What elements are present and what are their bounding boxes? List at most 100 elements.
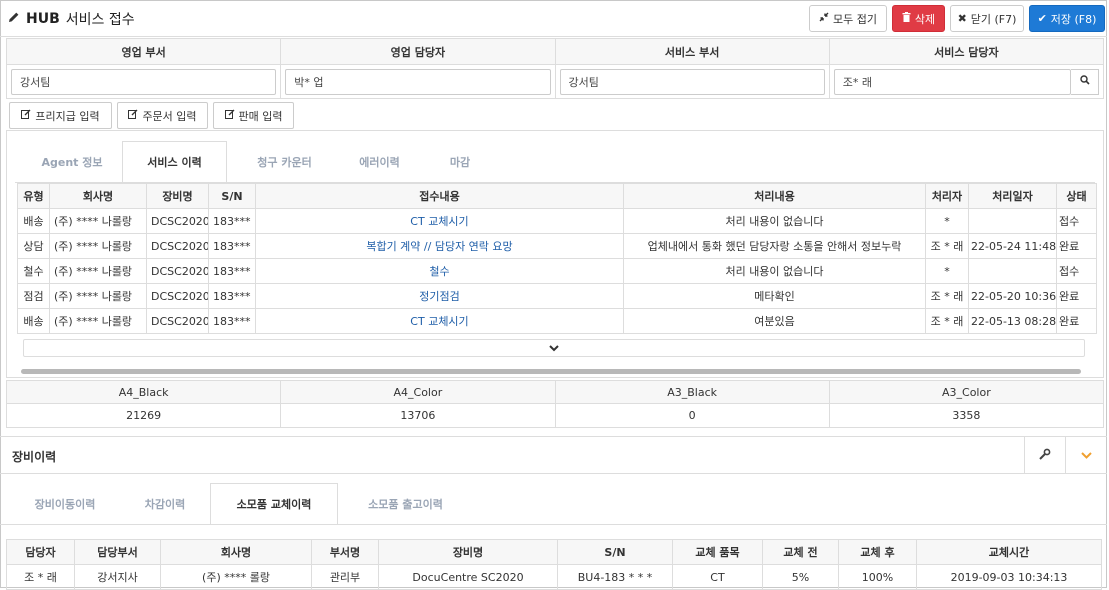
cell-handler: * xyxy=(925,258,969,284)
load-more-button[interactable] xyxy=(23,339,1085,357)
free-supply-button[interactable]: 프리지급 입력 xyxy=(9,102,112,129)
header-service-rep: 서비스 담당자 xyxy=(828,38,1105,65)
cell-type: 점검 xyxy=(17,283,50,309)
cell-handled-date xyxy=(968,208,1057,234)
sales-label: 판매 입력 xyxy=(238,109,283,123)
cell-replace-time: 2019-09-03 10:34:13 xyxy=(916,564,1102,590)
cell-status: 완료 xyxy=(1056,233,1097,259)
cell-status: 접수 xyxy=(1056,258,1097,284)
equipment-tab-divider xyxy=(0,524,1107,525)
sales-button[interactable]: 판매 입력 xyxy=(213,102,294,129)
tab-consumable-release[interactable]: 소모품 출고이력 xyxy=(348,483,463,525)
save-button[interactable]: ✔ 저장 (F8) xyxy=(1029,5,1105,32)
cell-model: DCSC2020 xyxy=(146,233,209,259)
tab-consumable-replace[interactable]: 소모품 교체이력 xyxy=(210,483,338,525)
cell-request-link[interactable]: CT 교체시기 xyxy=(255,308,624,334)
horizontal-scrollbar[interactable] xyxy=(21,369,1081,374)
cell-resolution: 처리 내용이 없습니다 xyxy=(623,258,926,284)
collapse-toggle-button[interactable] xyxy=(1065,437,1106,474)
cell-model: DCSC2020 xyxy=(146,258,209,284)
cell-request-link[interactable]: 철수 xyxy=(255,258,624,284)
cell-request-link[interactable]: 정기점검 xyxy=(255,283,624,309)
order-label: 주문서 입력 xyxy=(142,109,197,123)
cell-serial: 183*** xyxy=(208,258,256,284)
tab-service-history[interactable]: 서비스 이력 xyxy=(122,141,227,183)
counter-a4-black-value: 21269 xyxy=(5,403,282,428)
tab-deduction[interactable]: 차감이력 xyxy=(125,483,205,525)
sales-rep-field[interactable]: 박* 업 xyxy=(285,68,551,95)
col-after: 교체 후 xyxy=(838,539,917,565)
cell-handled-date: 22-05-20 10:36 xyxy=(968,283,1057,309)
tab-agent-info[interactable]: Agent 정보 xyxy=(27,141,117,183)
cell-sales-dept: 강서팀 xyxy=(5,64,282,99)
table-row[interactable]: 조 * 래 강서지사 (주) **** 롤랑 관리부 DocuCentre SC… xyxy=(6,564,1102,590)
cell-model: DCSC2020 xyxy=(146,283,209,309)
col-company: 회사명 xyxy=(49,183,147,209)
free-supply-label: 프리지급 입력 xyxy=(35,109,100,123)
table-row[interactable]: 상담 (주) **** 나롤랑 DCSC2020 183*** 복합기 계약 /… xyxy=(17,233,1097,259)
settings-button[interactable] xyxy=(1024,437,1065,474)
check-icon: ✔ xyxy=(1037,12,1047,25)
cell-serial: 183*** xyxy=(208,308,256,334)
title-text: 서비스 접수 xyxy=(65,12,135,28)
cell-company: (주) **** 나롤랑 xyxy=(49,283,147,309)
counter-a3-black-label: A3_Black xyxy=(554,380,830,404)
page-title: HUB 서비스 접수 xyxy=(8,9,135,29)
app-name: HUB xyxy=(26,11,60,27)
cell-request-link[interactable]: CT 교체시기 xyxy=(255,208,624,234)
col-model: 장비명 xyxy=(378,539,558,565)
table-row[interactable]: 배송 (주) **** 나롤랑 DCSC2020 183*** CT 교체시기 … xyxy=(17,308,1097,334)
order-button[interactable]: 주문서 입력 xyxy=(117,102,208,129)
cell-serial: 183*** xyxy=(208,208,256,234)
col-serial: S/N xyxy=(208,183,256,209)
cell-status: 접수 xyxy=(1056,208,1097,234)
tab-equipment-move[interactable]: 장비이동이력 xyxy=(15,483,115,525)
staff-table: 영업 부서 영업 담당자 서비스 부서 서비스 담당자 강서팀 박* 업 강서팀… xyxy=(5,38,1105,99)
pencil-icon xyxy=(8,11,20,27)
cell-after: 100% xyxy=(838,564,917,590)
cell-handler: 조 * 래 xyxy=(925,308,969,334)
search-button[interactable] xyxy=(1071,68,1099,95)
delete-button[interactable]: 삭제 xyxy=(892,5,945,32)
chevron-down-icon xyxy=(1080,449,1092,462)
col-manager: 담당자 xyxy=(6,539,75,565)
tab-error-history[interactable]: 에러이력 xyxy=(342,141,417,183)
counter-table: A4_Black A4_Color A3_Black A3_Color 2126… xyxy=(5,380,1105,428)
equipment-history-title: 장비이력 xyxy=(12,450,57,464)
cell-serial: 183*** xyxy=(208,233,256,259)
collapse-all-button[interactable]: 모두 접기 xyxy=(809,5,887,32)
counter-a4-color-label: A4_Color xyxy=(280,380,556,404)
cell-handler: 조 * 래 xyxy=(925,233,969,259)
trash-icon xyxy=(902,12,911,25)
counter-a4-color-value: 13706 xyxy=(280,403,556,428)
cell-serial: 183*** xyxy=(208,283,256,309)
cell-request-link[interactable]: 복합기 계약 // 담당자 연락 요망 xyxy=(255,233,624,259)
table-header-row: 담당자 담당부서 회사명 부서명 장비명 S/N 교체 품목 교체 전 교체 후… xyxy=(6,539,1102,565)
cell-handled-date xyxy=(968,258,1057,284)
sales-dept-field[interactable]: 강서팀 xyxy=(11,68,277,95)
table-row[interactable]: 배송 (주) **** 나롤랑 DCSC2020 183*** CT 교체시기 … xyxy=(17,208,1097,234)
service-dept-field[interactable]: 강서팀 xyxy=(559,68,825,95)
col-status: 상태 xyxy=(1056,183,1097,209)
compress-icon xyxy=(819,12,829,25)
table-row[interactable]: 점검 (주) **** 나롤랑 DCSC2020 183*** 정기점검 메타확… xyxy=(17,283,1097,309)
col-before: 교체 전 xyxy=(762,539,839,565)
cell-type: 상담 xyxy=(17,233,50,259)
table-header-row: 유형 회사명 장비명 S/N 접수내용 처리내용 처리자 처리일자 상태 xyxy=(17,183,1097,209)
col-serial: S/N xyxy=(557,539,673,565)
cell-company: (주) **** 나롤랑 xyxy=(49,258,147,284)
cell-manager-dept: 강서지사 xyxy=(74,564,161,590)
delete-label: 삭제 xyxy=(914,12,936,26)
close-button[interactable]: ✖ 닫기 (F7) xyxy=(950,5,1024,32)
cell-handler: * xyxy=(925,208,969,234)
tab-billing-counter[interactable]: 청구 카운터 xyxy=(237,141,332,183)
table-row[interactable]: 철수 (주) **** 나롤랑 DCSC2020 183*** 철수 처리 내용… xyxy=(17,258,1097,284)
header-sales-rep: 영업 담당자 xyxy=(280,38,556,65)
cell-resolution: 여분있음 xyxy=(623,308,926,334)
col-model: 장비명 xyxy=(146,183,209,209)
cell-manager: 조 * 래 xyxy=(6,564,75,590)
service-rep-field[interactable]: 조* 래 xyxy=(833,68,1071,95)
col-item: 교체 품목 xyxy=(672,539,763,565)
edit-icon xyxy=(21,109,31,122)
tab-closing[interactable]: 마감 xyxy=(425,141,495,183)
